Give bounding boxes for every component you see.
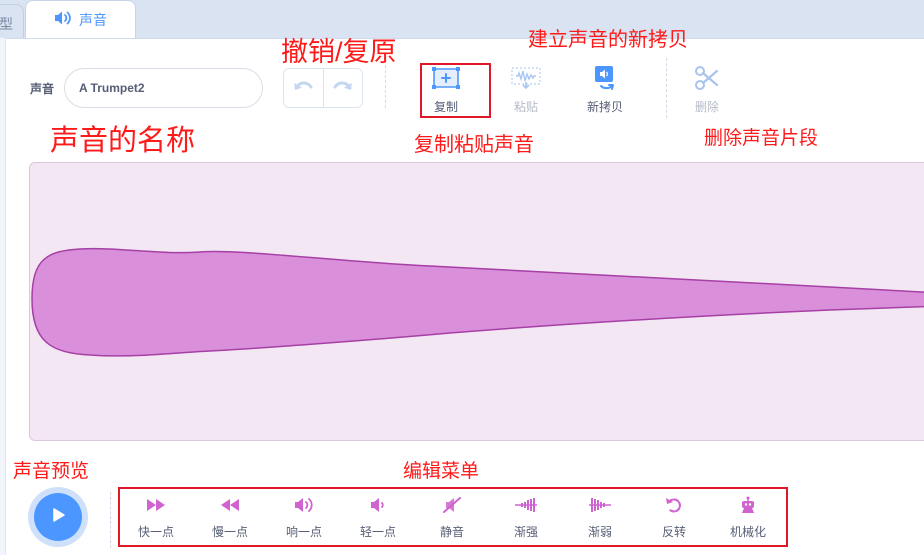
tab-previous[interactable]: 型 [0, 4, 24, 38]
paste-label: 粘贴 [513, 100, 538, 114]
copy-to-new-label: 新拷贝 [586, 100, 623, 114]
undo-redo-group [283, 68, 363, 108]
scissors-icon [694, 65, 720, 96]
copy-to-new-button[interactable]: 新拷贝 [580, 65, 630, 122]
paste-icon [510, 65, 542, 96]
speaker-icon [53, 10, 73, 31]
annotation-undo-redo: 撤销/复原 [281, 37, 397, 67]
annotation-box-edit-menu [118, 487, 788, 547]
tab-sounds[interactable]: 声音 [25, 0, 136, 39]
delete-label: 删除 [694, 100, 719, 114]
waveform [31, 247, 924, 357]
tab-sounds-label: 声音 [79, 12, 107, 28]
play-button[interactable] [34, 493, 82, 541]
tab-previous-label: 型 [0, 16, 13, 32]
annotation-sound-name: 声音的名称 [50, 125, 196, 157]
copy-to-new-icon [591, 65, 619, 96]
waveform-area[interactable] [29, 162, 924, 441]
annotation-delete-segment: 删除声音片段 [704, 128, 819, 149]
paste-button[interactable]: 粘贴 [501, 66, 551, 122]
annotation-box-copy-paste [420, 63, 491, 118]
undo-icon [292, 78, 314, 99]
annotation-preview: 声音预览 [13, 461, 90, 482]
panel-edge [0, 38, 6, 555]
delete-button[interactable]: 删除 [682, 65, 732, 122]
sound-name-input[interactable] [64, 68, 263, 108]
toolbar-separator [666, 58, 667, 118]
play-icon [49, 506, 67, 529]
sound-name-label: 声音 [30, 82, 55, 96]
redo-button[interactable] [322, 69, 362, 107]
tab-strip [0, 0, 924, 38]
effects-separator [110, 492, 111, 548]
annotation-edit-menu: 编辑菜单 [403, 461, 480, 482]
redo-icon [332, 78, 354, 99]
undo-button[interactable] [284, 69, 323, 107]
annotation-new-copy: 建立声音的新拷贝 [528, 29, 688, 51]
annotation-copy-paste: 复制粘贴声音 [414, 134, 534, 156]
